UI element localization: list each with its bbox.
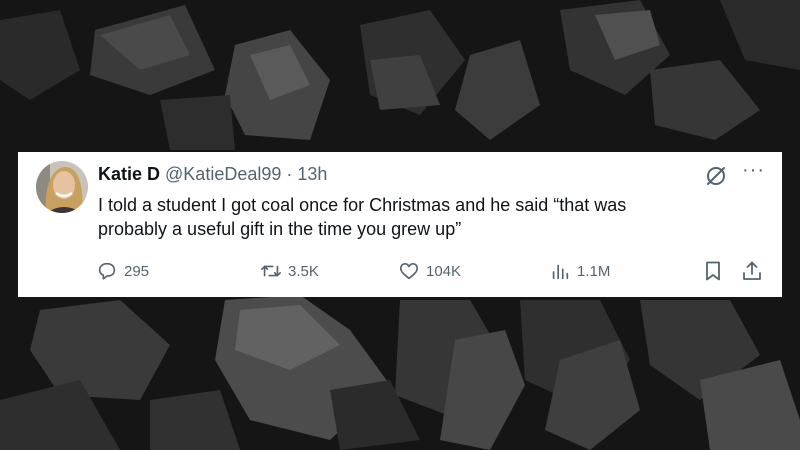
grok-icon[interactable] — [704, 164, 728, 188]
more-icon[interactable]: ··· — [742, 160, 765, 180]
tweet-text: I told a student I got coal once for Chr… — [98, 195, 627, 239]
repost-count: 3.5K — [288, 262, 319, 280]
reply-button[interactable]: 295 — [96, 259, 149, 283]
like-button[interactable]: 104K — [398, 259, 461, 283]
heart-icon — [399, 263, 419, 280]
reply-icon — [98, 262, 116, 280]
view-count: 1.1M — [577, 262, 611, 280]
reply-count: 295 — [124, 262, 150, 280]
avatar[interactable] — [36, 161, 88, 213]
tweet-header: Katie D @KatieDeal99 · 13h — [98, 163, 327, 185]
author-name[interactable]: Katie D — [98, 164, 160, 184]
views-icon — [552, 264, 569, 280]
repost-button[interactable]: 3.5K — [260, 259, 319, 283]
share-icon[interactable] — [740, 259, 764, 283]
separator-dot: · — [286, 164, 293, 184]
like-count: 104K — [426, 262, 462, 280]
author-handle[interactable]: @KatieDeal99 — [165, 164, 281, 184]
action-bar: 295 3.5K 104K 1.1M — [18, 259, 782, 283]
tweet-card: Katie D @KatieDeal99 · 13h I told a stud… — [18, 152, 782, 297]
repost-icon — [261, 265, 281, 277]
timestamp[interactable]: 13h — [297, 164, 327, 184]
views-button[interactable]: 1.1M — [549, 259, 610, 283]
avatar-image — [36, 161, 88, 213]
bookmark-icon[interactable] — [701, 259, 725, 283]
